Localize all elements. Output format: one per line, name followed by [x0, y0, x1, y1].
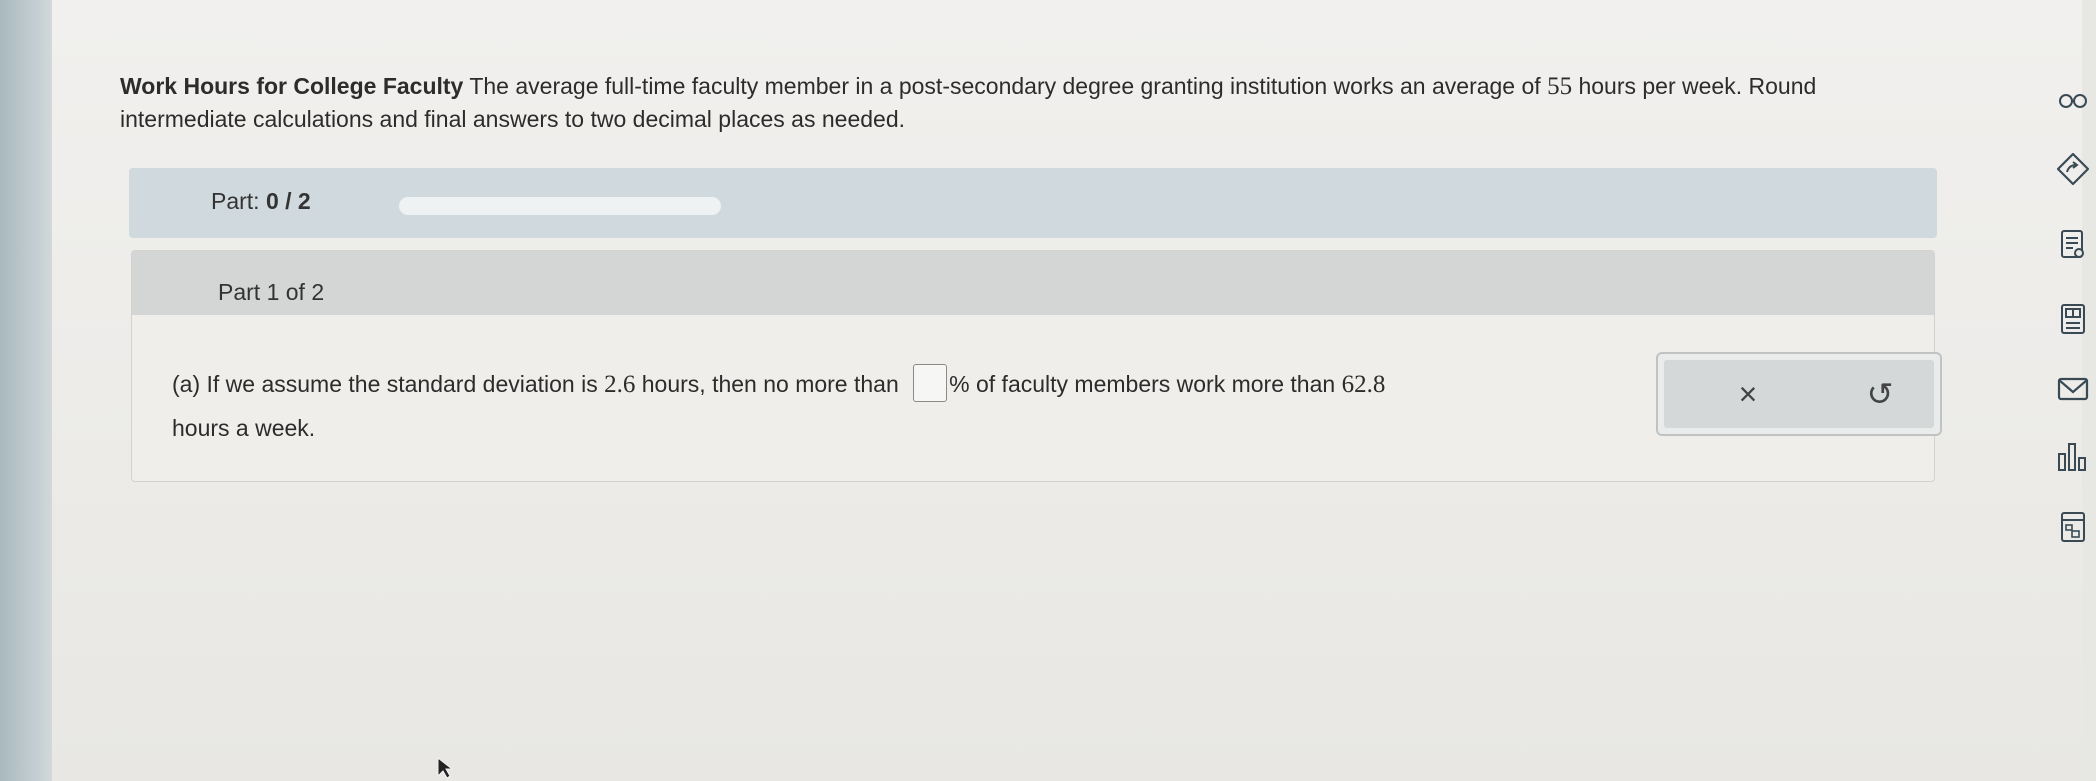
undo-button[interactable]: ↺ — [1850, 372, 1910, 416]
mail-icon[interactable] — [2042, 358, 2096, 420]
answer-actions: × ↺ — [1656, 352, 1942, 436]
part-progress-bar: Part: 0 / 2 — [129, 168, 1937, 238]
problem-statement: Work Hours for College Faculty The avera… — [120, 70, 1940, 135]
progress-track — [399, 197, 721, 215]
bar-chart-icon[interactable] — [2042, 426, 2096, 488]
question-a: (a) If we assume the standard deviation … — [172, 363, 1632, 444]
average-hours: 55 — [1547, 73, 1573, 100]
calculator-icon[interactable] — [2042, 288, 2096, 350]
question-a-line2: hours a week. — [172, 414, 316, 441]
part-header-label: Part 1 of 2 — [218, 279, 325, 305]
answer-input[interactable] — [913, 363, 948, 402]
table-icon[interactable] — [2042, 496, 2096, 558]
notes-icon[interactable] — [2042, 214, 2096, 276]
problem-page: Work Hours for College Faculty The avera… — [52, 0, 2090, 781]
part-progress-value: 0 / 2 — [265, 188, 311, 214]
mouse-cursor-icon — [437, 756, 454, 779]
screen: Work Hours for College Faculty The avera… — [0, 0, 2096, 781]
glasses-icon[interactable] — [2042, 70, 2096, 132]
part-header: Part 1 of 2 — [132, 251, 1934, 315]
clear-answer-button[interactable]: × — [1718, 372, 1778, 416]
tag-arrow-icon[interactable] — [2042, 138, 2096, 200]
problem-title: Work Hours for College Faculty — [120, 73, 464, 99]
standard-deviation: 2.6 — [604, 371, 636, 398]
threshold-hours: 62.8 — [1341, 371, 1386, 398]
part-progress-label: Part: 0 / 2 — [211, 188, 311, 214]
problem-text-a: The average full-time faculty member in … — [469, 73, 1548, 99]
